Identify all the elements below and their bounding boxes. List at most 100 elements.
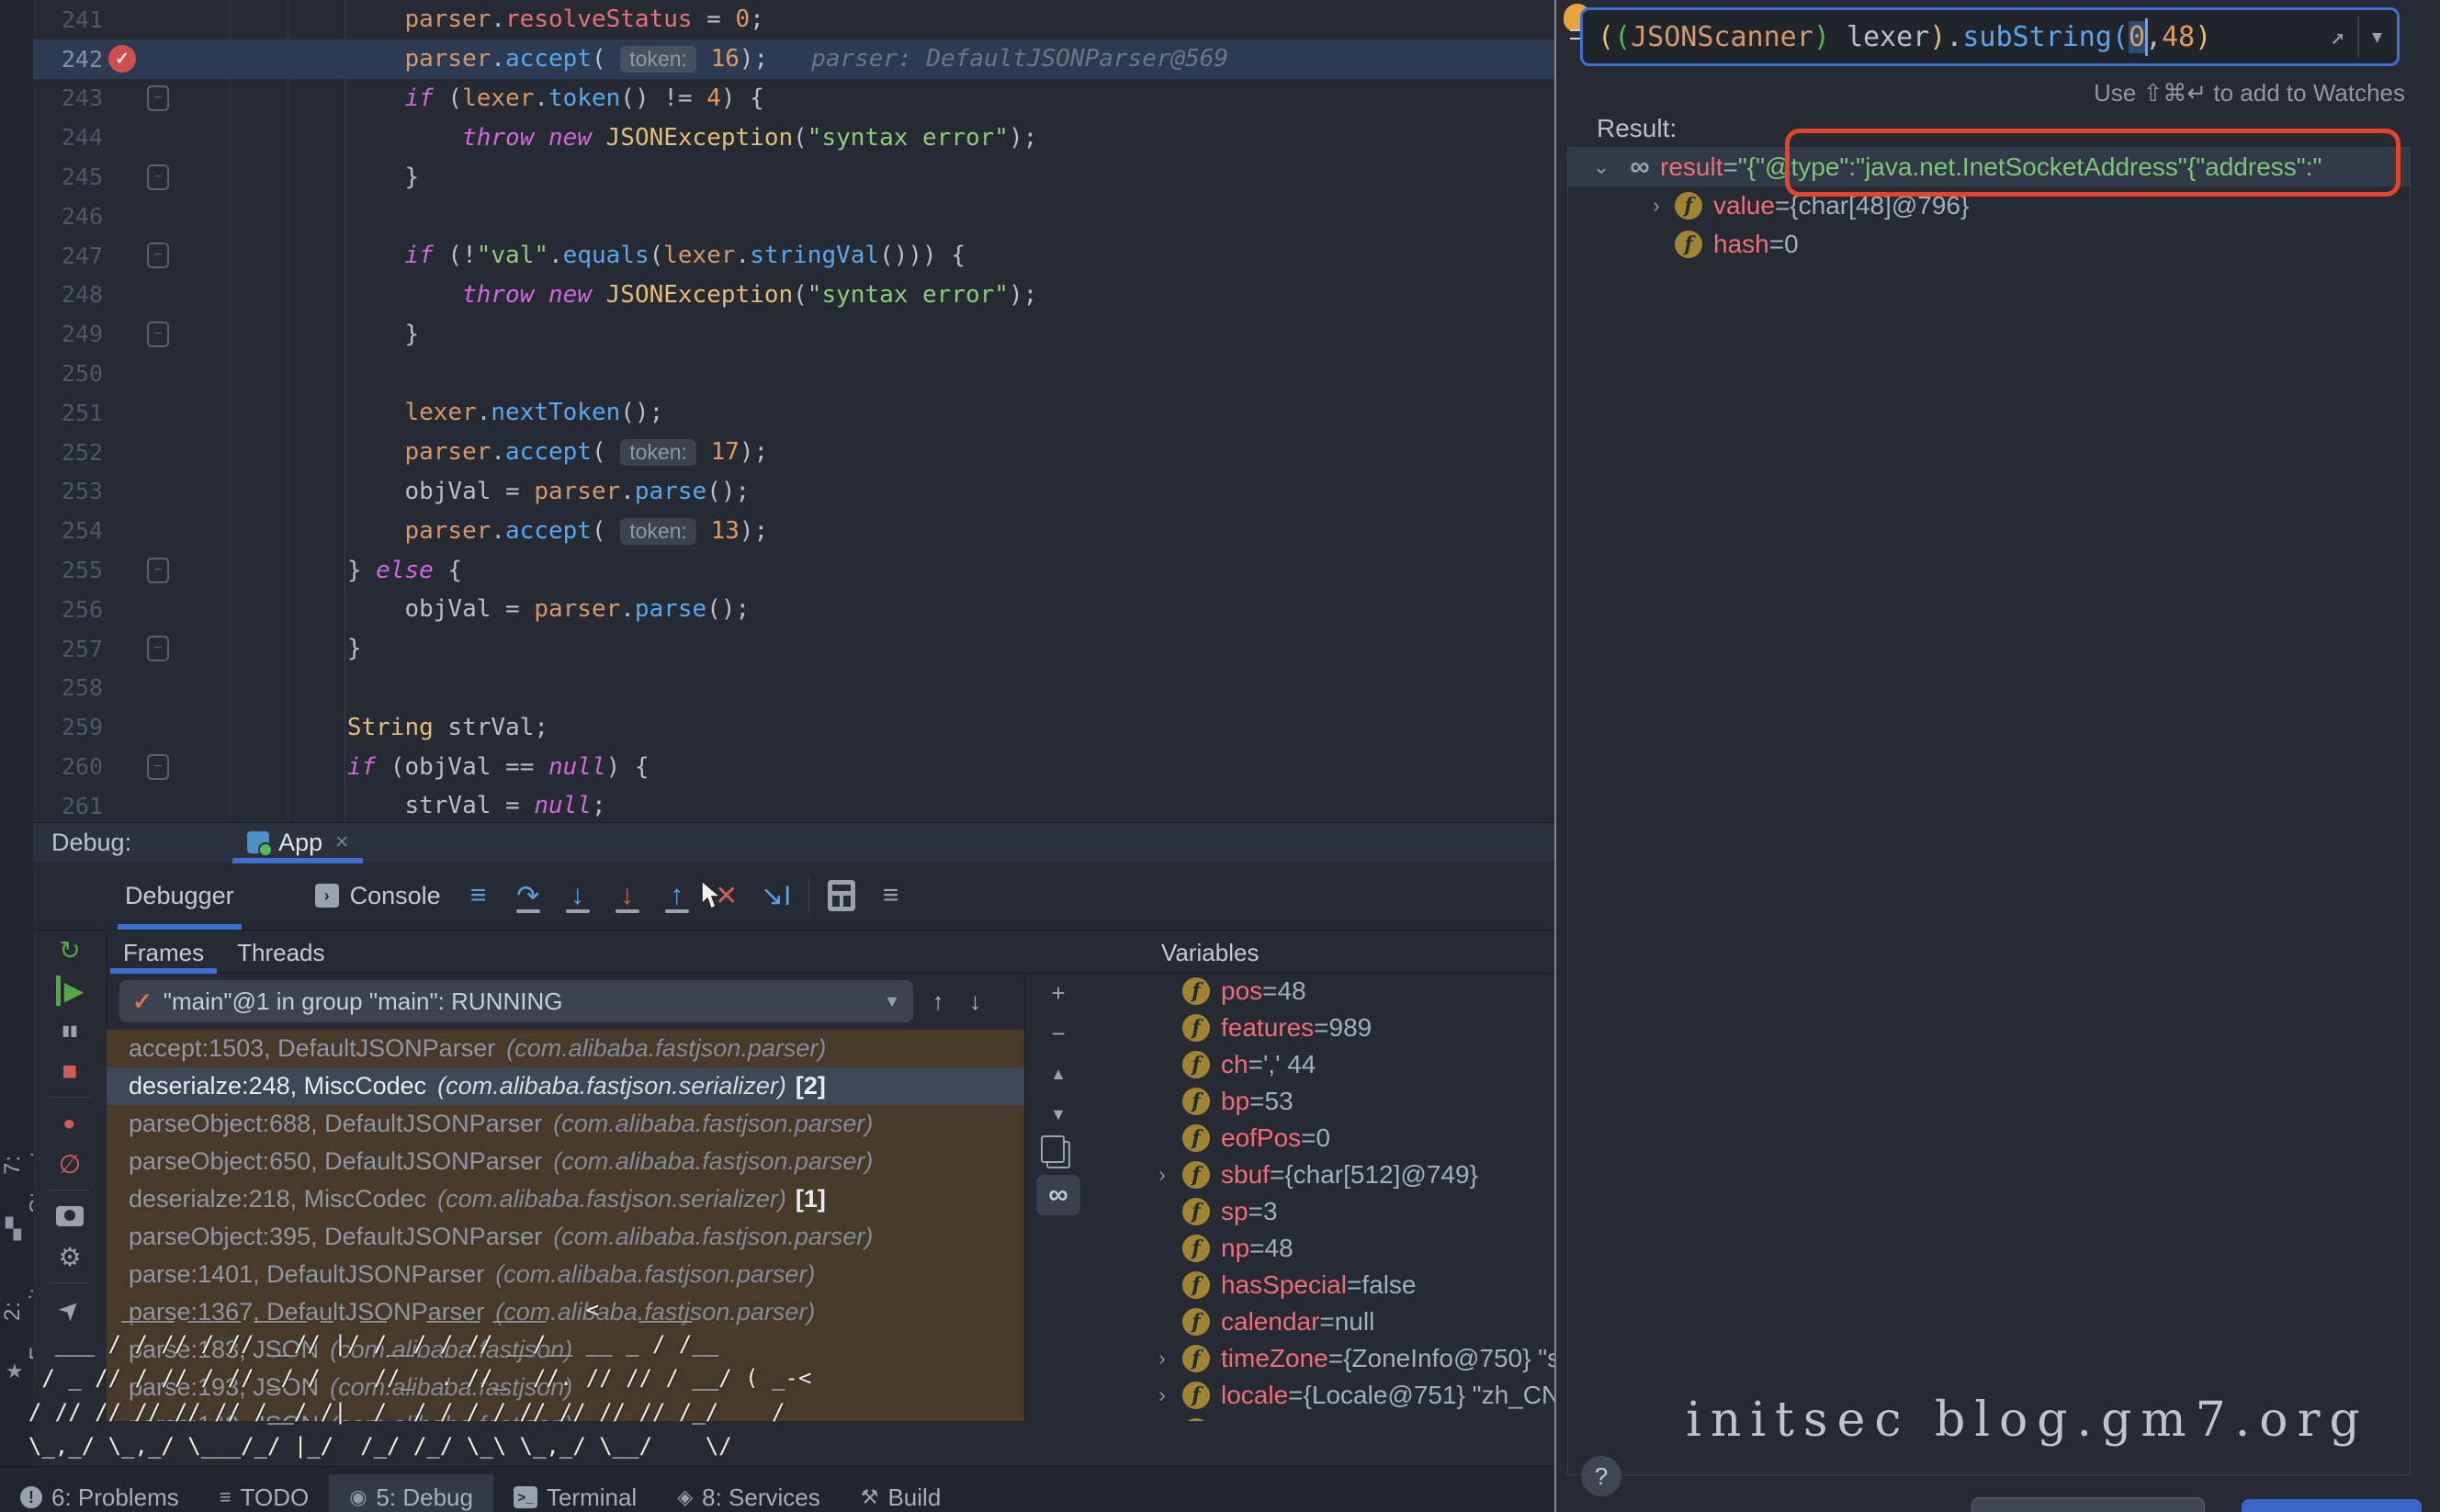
help-button[interactable]: ? [1581, 1456, 1621, 1496]
code-line[interactable]: 256 objVal = parser.parse(); [33, 590, 1554, 629]
stack-frame-row[interactable]: parseObject:395, DefaultJSONParser(com.a… [107, 1218, 1024, 1256]
tab-threads[interactable]: Threads [220, 933, 341, 973]
variable-row[interactable]: fmatchStat = 0 [1090, 1414, 1554, 1421]
tab-frames[interactable]: Frames [107, 933, 220, 973]
stack-frame-row[interactable]: parseObject:650, DefaultJSONParser(com.a… [107, 1143, 1024, 1180]
frame-up-icon[interactable]: ↑ [926, 987, 950, 1016]
code-line[interactable]: 245− } [33, 157, 1554, 197]
tab-console[interactable]: › Console [302, 862, 454, 930]
gutter-fold-column[interactable]: − [141, 322, 175, 347]
gutter-fold-column[interactable]: − [141, 754, 175, 780]
gutter-fold-column[interactable]: − [141, 164, 175, 190]
code-line[interactable]: 261 strVal = null; [33, 786, 1554, 822]
close-icon[interactable]: × [335, 829, 348, 855]
chevron-down-icon[interactable]: ▼ [2372, 28, 2382, 47]
stack-frame-row[interactable]: deserialze:248, MiscCodec(com.alibaba.fa… [107, 1067, 1024, 1105]
stack-frame-row[interactable]: parse:183, JSON(com.alibaba.fastjson) [107, 1331, 1024, 1369]
chevron-right-icon[interactable]: › [1142, 1163, 1182, 1187]
variable-row[interactable]: fnp = 48 [1090, 1230, 1554, 1267]
stop-icon[interactable]: ■ [44, 1051, 96, 1091]
sidebar-item-favorites[interactable]: 2: Favorites [0, 1260, 33, 1361]
fold-start-icon[interactable]: − [147, 85, 169, 111]
variable-row[interactable]: fsp = 3 [1090, 1193, 1554, 1230]
thread-selector[interactable]: ✓ "main"@1 in group "main": RUNNING ▼ [119, 980, 913, 1022]
debug-settings-icon[interactable]: ⚙ [44, 1236, 96, 1277]
fold-end-icon[interactable]: − [147, 322, 169, 347]
code-line[interactable]: 252 parser.accept( token: 17); [33, 433, 1554, 472]
stack-frame-row[interactable]: parseObject:688, DefaultJSONParser(com.a… [107, 1105, 1024, 1143]
remove-watch-icon[interactable]: − [1036, 1013, 1080, 1054]
variable-row[interactable]: fhasSpecial = false [1090, 1267, 1554, 1303]
gutter-breakpoint-column[interactable]: ✓ [103, 45, 141, 73]
code-line[interactable]: 259 String strVal; [33, 707, 1554, 747]
fold-start-icon[interactable]: − [147, 243, 169, 268]
show-watches-icon[interactable]: ∞ [1036, 1175, 1080, 1215]
statusbar-item-debug[interactable]: ◉5: Debug [329, 1474, 493, 1512]
stack-frame-row[interactable]: parse:1367, DefaultJSONParser(com.alibab… [107, 1293, 1024, 1331]
code-line[interactable]: 254 parser.accept( token: 13); [33, 511, 1554, 550]
statusbar-item-terminal[interactable]: >_Terminal [493, 1474, 657, 1512]
stack-frame-row[interactable]: parse:149, JSON(com.alibaba.fastjson) [107, 1406, 1024, 1421]
code-line[interactable]: 257− } [33, 629, 1554, 669]
step-over-icon[interactable]: ↷ [503, 871, 553, 920]
move-down-icon[interactable]: ▼ [1036, 1094, 1080, 1134]
fold-start-icon[interactable]: − [147, 558, 169, 583]
statusbar-item-build[interactable]: ⚒Build [841, 1474, 962, 1512]
stack-frame-row[interactable]: parse:1401, DefaultJSONParser(com.alibab… [107, 1256, 1024, 1293]
variable-row[interactable]: fch = ',' 44 [1090, 1046, 1554, 1083]
expression-input[interactable]: ((JSONScanner) lexer).subString(0,48) ↗ … [1580, 7, 2400, 66]
statusbar-item-problems[interactable]: !6: Problems [0, 1474, 199, 1512]
code-line[interactable]: 246 [33, 197, 1554, 236]
run-to-cursor-icon[interactable]: ↘I [751, 871, 801, 920]
pause-icon[interactable]: ▮▮ [44, 1010, 96, 1051]
code-editor[interactable]: 241 parser.resolveStatus = 0;242✓ parser… [33, 0, 1554, 822]
pin-icon[interactable]: ➤ [44, 1289, 96, 1329]
fold-end-icon[interactable]: − [147, 164, 169, 190]
stack-frame-row[interactable]: deserialze:218, MiscCodec(com.alibaba.fa… [107, 1180, 1024, 1218]
statusbar-item-services[interactable]: ◈8: Services [657, 1474, 841, 1512]
resume-icon[interactable]: ▶ [44, 970, 96, 1010]
variable-row[interactable]: feofPos = 0 [1090, 1120, 1554, 1157]
layout-settings-icon[interactable]: ≡ [866, 871, 916, 920]
code-line[interactable]: 258 [33, 669, 1554, 708]
code-line[interactable]: 255− } else { [33, 550, 1554, 590]
step-out-icon[interactable]: ↑ [652, 871, 702, 920]
thread-dump-icon[interactable] [44, 1196, 96, 1236]
tab-app[interactable]: App × [232, 823, 363, 862]
code-line[interactable]: 242✓ parser.accept( token: 16); parser: … [33, 39, 1554, 79]
result-row[interactable]: fhash = 0 [1568, 225, 2410, 264]
code-line[interactable]: 260− if (objVal == null) { [33, 747, 1554, 786]
move-up-icon[interactable]: ▲ [1036, 1054, 1080, 1094]
code-line[interactable]: 243− if (lexer.token() != 4) { [33, 79, 1554, 118]
breakpoint-icon[interactable]: ✓ [108, 45, 136, 73]
variable-row[interactable]: fpos = 48 [1090, 973, 1554, 1010]
close-button[interactable] [1971, 1497, 2205, 1512]
result-row[interactable]: ⌄∞result = "{"@type":"java.net.InetSocke… [1568, 148, 2410, 186]
statusbar-item-todo[interactable]: ≡TODO [199, 1474, 329, 1512]
gutter-fold-column[interactable]: − [141, 636, 175, 661]
force-step-into-icon[interactable]: ↓ [603, 871, 652, 920]
fold-start-icon[interactable]: − [147, 754, 169, 780]
expand-icon[interactable]: ↗ [2331, 23, 2345, 51]
chevron-icon[interactable]: › [1638, 194, 1675, 218]
variable-row[interactable]: ›flocale = {Locale@751} "zh_CN" [1090, 1377, 1554, 1414]
copy-icon[interactable] [1036, 1134, 1080, 1175]
add-watch-icon[interactable]: + [1036, 973, 1080, 1013]
mute-breakpoints-icon[interactable]: ∅ [44, 1144, 96, 1184]
stack-frame-row[interactable]: parse:193, JSON(com.alibaba.fastjson) [107, 1369, 1024, 1406]
view-breakpoints-icon[interactable]: ●● [44, 1103, 96, 1144]
code-line[interactable]: 244 throw new JSONException("syntax erro… [33, 118, 1554, 157]
sidebar-item-structure[interactable]: 7: Structure [0, 1114, 33, 1215]
code-line[interactable]: 250 [33, 354, 1554, 393]
code-line[interactable]: 249− } [33, 314, 1554, 354]
chevron-right-icon[interactable]: › [1142, 1347, 1182, 1371]
fold-end-icon[interactable]: − [147, 636, 169, 661]
code-line[interactable]: 253 objVal = parser.parse(); [33, 472, 1554, 512]
chevron-icon[interactable]: ⌄ [1583, 155, 1620, 179]
code-line[interactable]: 241 parser.resolveStatus = 0; [33, 0, 1554, 39]
gutter-fold-column[interactable]: − [141, 243, 175, 268]
variable-row[interactable]: fcalendar = null [1090, 1303, 1554, 1340]
variable-row[interactable]: ›fsbuf = {char[512]@749} [1090, 1157, 1554, 1193]
gutter-fold-column[interactable]: − [141, 558, 175, 583]
show-execution-point-icon[interactable]: ≡ [454, 871, 503, 920]
